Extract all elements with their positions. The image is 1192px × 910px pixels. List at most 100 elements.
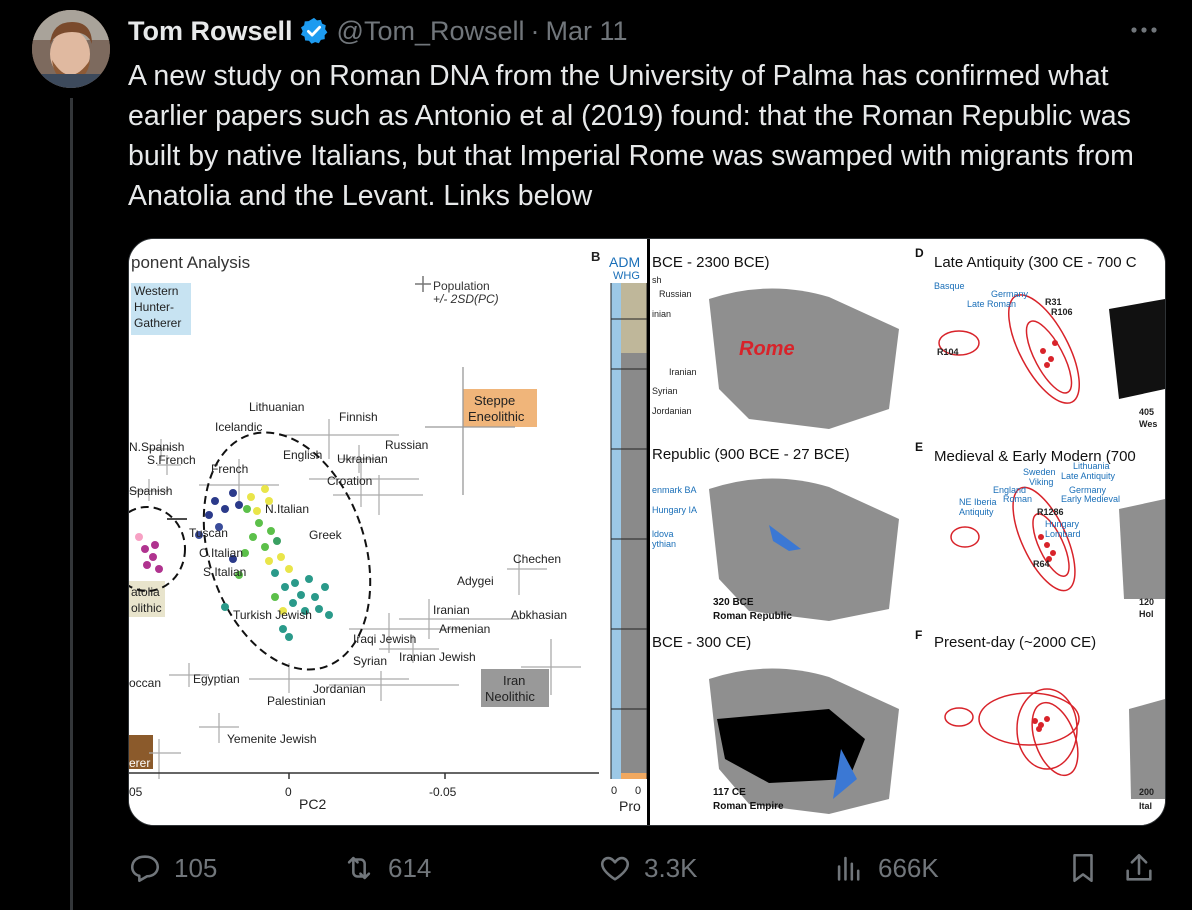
box-whg-2: Hunter- xyxy=(134,300,174,314)
map-label: Sweden xyxy=(1023,467,1056,477)
author-avatar[interactable] xyxy=(32,10,110,88)
map-label: Hungary IA xyxy=(652,505,697,515)
legend-population: Population xyxy=(433,279,490,293)
axis-tick: 0 xyxy=(285,785,292,799)
tweet-media-image[interactable]: ponent Analysis Population +/- 2SD(PC) W… xyxy=(128,238,1166,826)
pop-label: Croation xyxy=(327,474,372,488)
pop-label: Armenian xyxy=(439,622,490,636)
views-chart-icon xyxy=(837,856,860,881)
tweet-header: Tom Rowsell @Tom_Rowsell · Mar 11 xyxy=(128,12,628,50)
pop-label: Russian xyxy=(385,438,428,452)
map-corner: Hol xyxy=(1139,609,1154,619)
map-corner: Wes xyxy=(1139,419,1157,429)
map-corner: 120 xyxy=(1139,597,1154,607)
more-options-icon[interactable] xyxy=(1126,18,1162,42)
map-label: inian xyxy=(652,309,671,319)
avatar-image xyxy=(32,10,110,88)
box-steppe-2: Eneolithic xyxy=(468,409,525,424)
map-label: enmark BA xyxy=(652,485,697,495)
pop-label: Tuscan xyxy=(189,526,228,540)
box-anatolia-2: olithic xyxy=(131,601,162,615)
map-label: Jordanian xyxy=(652,406,692,416)
thread-line xyxy=(70,98,73,910)
adm-label: ADM xyxy=(609,254,640,270)
pop-label: Iranian Jewish xyxy=(399,650,476,664)
rome-map-label: Rome xyxy=(739,338,795,360)
map-label: sh xyxy=(652,275,662,285)
tweet-date[interactable]: Mar 11 xyxy=(546,16,628,47)
reply-button[interactable]: 105 xyxy=(128,845,217,891)
pop-label: Lithuanian xyxy=(249,400,304,414)
box-whg-1: Western xyxy=(134,284,178,298)
panel-letter-b: B xyxy=(591,249,600,264)
pca-title: ponent Analysis xyxy=(131,253,250,272)
pop-label: Abkhasian xyxy=(511,608,567,622)
axis-label: PC2 xyxy=(299,796,326,812)
share-icon xyxy=(1126,853,1152,881)
pop-label: C.Italian xyxy=(199,546,243,560)
map-label: Iranian xyxy=(669,367,697,377)
reply-count: 105 xyxy=(174,852,218,883)
pop-label: S.French xyxy=(147,453,196,467)
views-count: 666K xyxy=(878,852,939,883)
map-corner: 405 xyxy=(1139,407,1154,417)
pop-label: English xyxy=(283,448,322,462)
author-name[interactable]: Tom Rowsell xyxy=(128,16,293,47)
map-corner: 200 xyxy=(1139,787,1154,797)
map-caption: Roman Empire xyxy=(713,801,784,812)
pop-label: Iraqi Jewish xyxy=(353,632,416,646)
map-label: ldova xyxy=(652,529,674,539)
author-handle[interactable]: @Tom_Rowsell xyxy=(337,16,525,47)
map-label: ythian xyxy=(652,539,676,549)
map-caption: 117 CE xyxy=(713,787,746,798)
map-label: Basque xyxy=(934,281,965,291)
panel-letter-d: D xyxy=(915,246,924,260)
pop-label: French xyxy=(211,462,248,476)
pro-label: Pro xyxy=(619,798,641,814)
map-panel-title: Present-day (~2000 CE) xyxy=(934,634,1096,651)
pop-label: Egyptian xyxy=(193,672,240,686)
map-label: Hungary xyxy=(1045,519,1080,529)
bookmark-button[interactable] xyxy=(1066,845,1112,891)
pop-label: Turkish Jewish xyxy=(233,608,312,622)
panel-letter-f: F xyxy=(915,628,922,642)
axis-tick: 05 xyxy=(129,785,143,799)
map-panel-title: Republic (900 BCE - 27 BCE) xyxy=(652,446,850,463)
box-steppe-1: Steppe xyxy=(474,393,515,408)
panel-letter-e: E xyxy=(915,440,923,454)
share-button[interactable] xyxy=(1122,845,1168,891)
map-label: Roman xyxy=(1003,494,1032,504)
map-label: R1286 xyxy=(1037,507,1064,517)
map-label: R31 xyxy=(1045,297,1062,307)
map-label: Lombard xyxy=(1045,529,1081,539)
map-label: Antiquity xyxy=(959,507,994,517)
pop-label: Palestinian xyxy=(267,694,326,708)
box-iran-2: Neolithic xyxy=(485,689,535,704)
like-button[interactable]: 3.3K xyxy=(598,845,698,891)
pop-label: N.Spanish xyxy=(129,440,184,454)
pop-label: Greek xyxy=(309,528,343,542)
axis-tick: -0.05 xyxy=(429,785,457,799)
pop-label: occan xyxy=(129,676,161,690)
map-label: Lithuania xyxy=(1073,461,1110,471)
map-label: Russian xyxy=(659,289,692,299)
pop-label: Finnish xyxy=(339,410,378,424)
box-anatolia-1: atolia xyxy=(131,585,160,599)
map-caption: Roman Republic xyxy=(713,611,792,622)
whg-label: WHG xyxy=(613,270,640,282)
map-label: R64 xyxy=(1033,559,1050,569)
map-label: R104 xyxy=(937,347,959,357)
map-corner: Ital xyxy=(1139,801,1152,811)
map-label: Late Antiquity xyxy=(1061,471,1116,481)
tweet-text: A new study on Roman DNA from the Univer… xyxy=(128,60,1141,212)
bookmark-icon xyxy=(1073,853,1093,883)
retweet-icon xyxy=(347,856,371,880)
retweet-button[interactable]: 614 xyxy=(342,845,431,891)
pop-label: Adygei xyxy=(457,574,494,588)
retweet-count: 614 xyxy=(388,852,432,883)
views-button[interactable]: 666K xyxy=(832,845,939,891)
pop-label: Syrian xyxy=(353,654,387,668)
pro-tick: 0 xyxy=(635,785,641,797)
map-caption: 320 BCE xyxy=(713,597,754,608)
map-label: Germany xyxy=(991,289,1029,299)
